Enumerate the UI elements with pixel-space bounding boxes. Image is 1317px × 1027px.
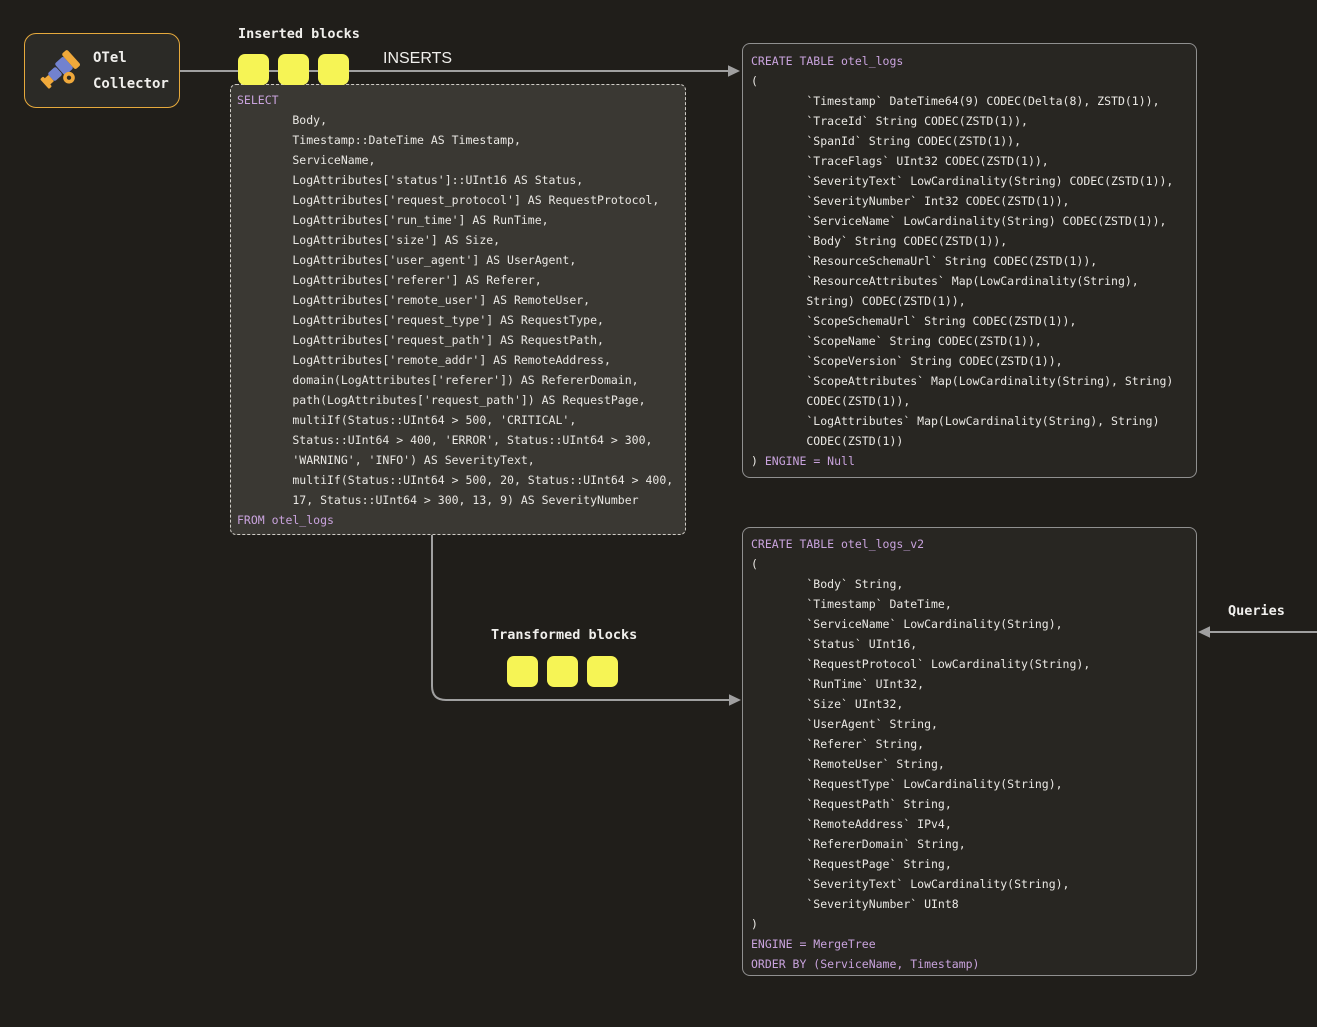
code-line: `TraceId` String CODEC(ZSTD(1)), xyxy=(751,111,1196,131)
transformed-blocks-label: Transformed blocks xyxy=(491,627,637,643)
code-line: ) xyxy=(751,914,1196,934)
code-line: `SpanId` String CODEC(ZSTD(1)), xyxy=(751,131,1196,151)
transformed-blocks-squares xyxy=(507,656,618,687)
collector-label-line2: Collector xyxy=(93,76,169,92)
code-line: ) ENGINE = Null xyxy=(751,451,1196,471)
code-line: `RequestPath` String, xyxy=(751,794,1196,814)
otel-collector-node: OTel Collector xyxy=(24,33,180,108)
code-line: `ScopeVersion` String CODEC(ZSTD(1)), xyxy=(751,351,1196,371)
data-block-square xyxy=(587,656,618,687)
telescope-icon xyxy=(35,41,85,101)
code-line: `SeverityNumber` Int32 CODEC(ZSTD(1)), xyxy=(751,191,1196,211)
code-line: ENGINE = MergeTree xyxy=(751,934,1196,954)
code-line: LogAttributes['remote_addr'] AS RemoteAd… xyxy=(237,350,685,370)
queries-label: Queries xyxy=(1228,603,1285,619)
code-line: `ScopeSchemaUrl` String CODEC(ZSTD(1)), xyxy=(751,311,1196,331)
code-line: path(LogAttributes['request_path']) AS R… xyxy=(237,390,685,410)
arrowhead-left-icon xyxy=(1198,626,1210,638)
code-line: ( xyxy=(751,554,1196,574)
materialized-view-select-code: SELECT Body, Timestamp::DateTime AS Time… xyxy=(230,84,686,535)
code-line: Status::UInt64 > 400, 'ERROR', Status::U… xyxy=(237,430,685,450)
data-block-square xyxy=(278,54,309,85)
code-line: `ResourceAttributes` Map(LowCardinality(… xyxy=(751,271,1196,291)
code-line: `RunTime` UInt32, xyxy=(751,674,1196,694)
code-line: `ServiceName` LowCardinality(String) COD… xyxy=(751,211,1196,231)
code-line: `SeverityText` LowCardinality(String), xyxy=(751,874,1196,894)
code-line: Timestamp::DateTime AS Timestamp, xyxy=(237,130,685,150)
collector-label-line1: OTel xyxy=(93,50,127,66)
code-line: `RemoteAddress` IPv4, xyxy=(751,814,1196,834)
code-line: LogAttributes['referer'] AS Referer, xyxy=(237,270,685,290)
data-block-square xyxy=(547,656,578,687)
code-line: CODEC(ZSTD(1)), xyxy=(751,391,1196,411)
data-block-square xyxy=(507,656,538,687)
code-line: LogAttributes['size'] AS Size, xyxy=(237,230,685,250)
code-line: `Body` String CODEC(ZSTD(1)), xyxy=(751,231,1196,251)
create-table-otel-logs-code: CREATE TABLE otel_logs( `Timestamp` Date… xyxy=(742,43,1197,478)
code-line: LogAttributes['status']::UInt16 AS Statu… xyxy=(237,170,685,190)
code-line: `Timestamp` DateTime, xyxy=(751,594,1196,614)
code-line: SELECT xyxy=(237,90,685,110)
code-line: String) CODEC(ZSTD(1)), xyxy=(751,291,1196,311)
collector-label: OTel Collector xyxy=(93,45,169,97)
code-line: `ScopeAttributes` Map(LowCardinality(Str… xyxy=(751,371,1196,391)
code-line: `RequestPage` String, xyxy=(751,854,1196,874)
code-line: `Timestamp` DateTime64(9) CODEC(Delta(8)… xyxy=(751,91,1196,111)
code-line: 'WARNING', 'INFO') AS SeverityText, xyxy=(237,450,685,470)
code-line: `ResourceSchemaUrl` String CODEC(ZSTD(1)… xyxy=(751,251,1196,271)
code-line: `Body` String, xyxy=(751,574,1196,594)
code-line: `ServiceName` LowCardinality(String), xyxy=(751,614,1196,634)
arrowhead-right-icon xyxy=(728,65,740,77)
code-line: LogAttributes['run_time'] AS RunTime, xyxy=(237,210,685,230)
code-line: 17, Status::UInt64 > 300, 13, 9) AS Seve… xyxy=(237,490,685,510)
code-line: `RequestProtocol` LowCardinality(String)… xyxy=(751,654,1196,674)
code-line: ORDER BY (ServiceName, Timestamp) xyxy=(751,954,1196,974)
inserted-blocks-squares xyxy=(238,54,349,85)
code-line: ServiceName, xyxy=(237,150,685,170)
code-line: multiIf(Status::UInt64 > 500, 20, Status… xyxy=(237,470,685,490)
code-line: `Status` UInt16, xyxy=(751,634,1196,654)
code-line: ( xyxy=(751,71,1196,91)
code-line: `SeverityText` LowCardinality(String) CO… xyxy=(751,171,1196,191)
data-block-square xyxy=(318,54,349,85)
code-line: `RefererDomain` String, xyxy=(751,834,1196,854)
code-line: `LogAttributes` Map(LowCardinality(Strin… xyxy=(751,411,1196,431)
code-line: LogAttributes['request_path'] AS Request… xyxy=(237,330,685,350)
code-line: `SeverityNumber` UInt8 xyxy=(751,894,1196,914)
code-line: LogAttributes['request_protocol'] AS Req… xyxy=(237,190,685,210)
diagram-canvas: OTel Collector Inserted blocks INSERTS S… xyxy=(0,0,1317,1027)
code-line: `Size` UInt32, xyxy=(751,694,1196,714)
code-line: CREATE TABLE otel_logs xyxy=(751,51,1196,71)
arrowhead-right-icon xyxy=(729,694,741,706)
data-block-square xyxy=(238,54,269,85)
code-line: domain(LogAttributes['referer']) AS Refe… xyxy=(237,370,685,390)
code-line: `TraceFlags` UInt32 CODEC(ZSTD(1)), xyxy=(751,151,1196,171)
code-line: multiIf(Status::UInt64 > 500, 'CRITICAL'… xyxy=(237,410,685,430)
code-line: FROM otel_logs xyxy=(237,510,685,530)
code-line: CREATE TABLE otel_logs_v2 xyxy=(751,534,1196,554)
code-line: `UserAgent` String, xyxy=(751,714,1196,734)
create-table-otel-logs-v2-code: CREATE TABLE otel_logs_v2( `Body` String… xyxy=(742,527,1197,976)
code-line: `RemoteUser` String, xyxy=(751,754,1196,774)
code-line: CODEC(ZSTD(1)) xyxy=(751,431,1196,451)
inserted-blocks-label: Inserted blocks xyxy=(238,26,360,42)
code-line: LogAttributes['remote_user'] AS RemoteUs… xyxy=(237,290,685,310)
code-line: `Referer` String, xyxy=(751,734,1196,754)
code-line: LogAttributes['user_agent'] AS UserAgent… xyxy=(237,250,685,270)
code-line: `RequestType` LowCardinality(String), xyxy=(751,774,1196,794)
code-line: Body, xyxy=(237,110,685,130)
code-line: LogAttributes['request_type'] AS Request… xyxy=(237,310,685,330)
inserts-label: INSERTS xyxy=(383,50,452,68)
code-line: `ScopeName` String CODEC(ZSTD(1)), xyxy=(751,331,1196,351)
